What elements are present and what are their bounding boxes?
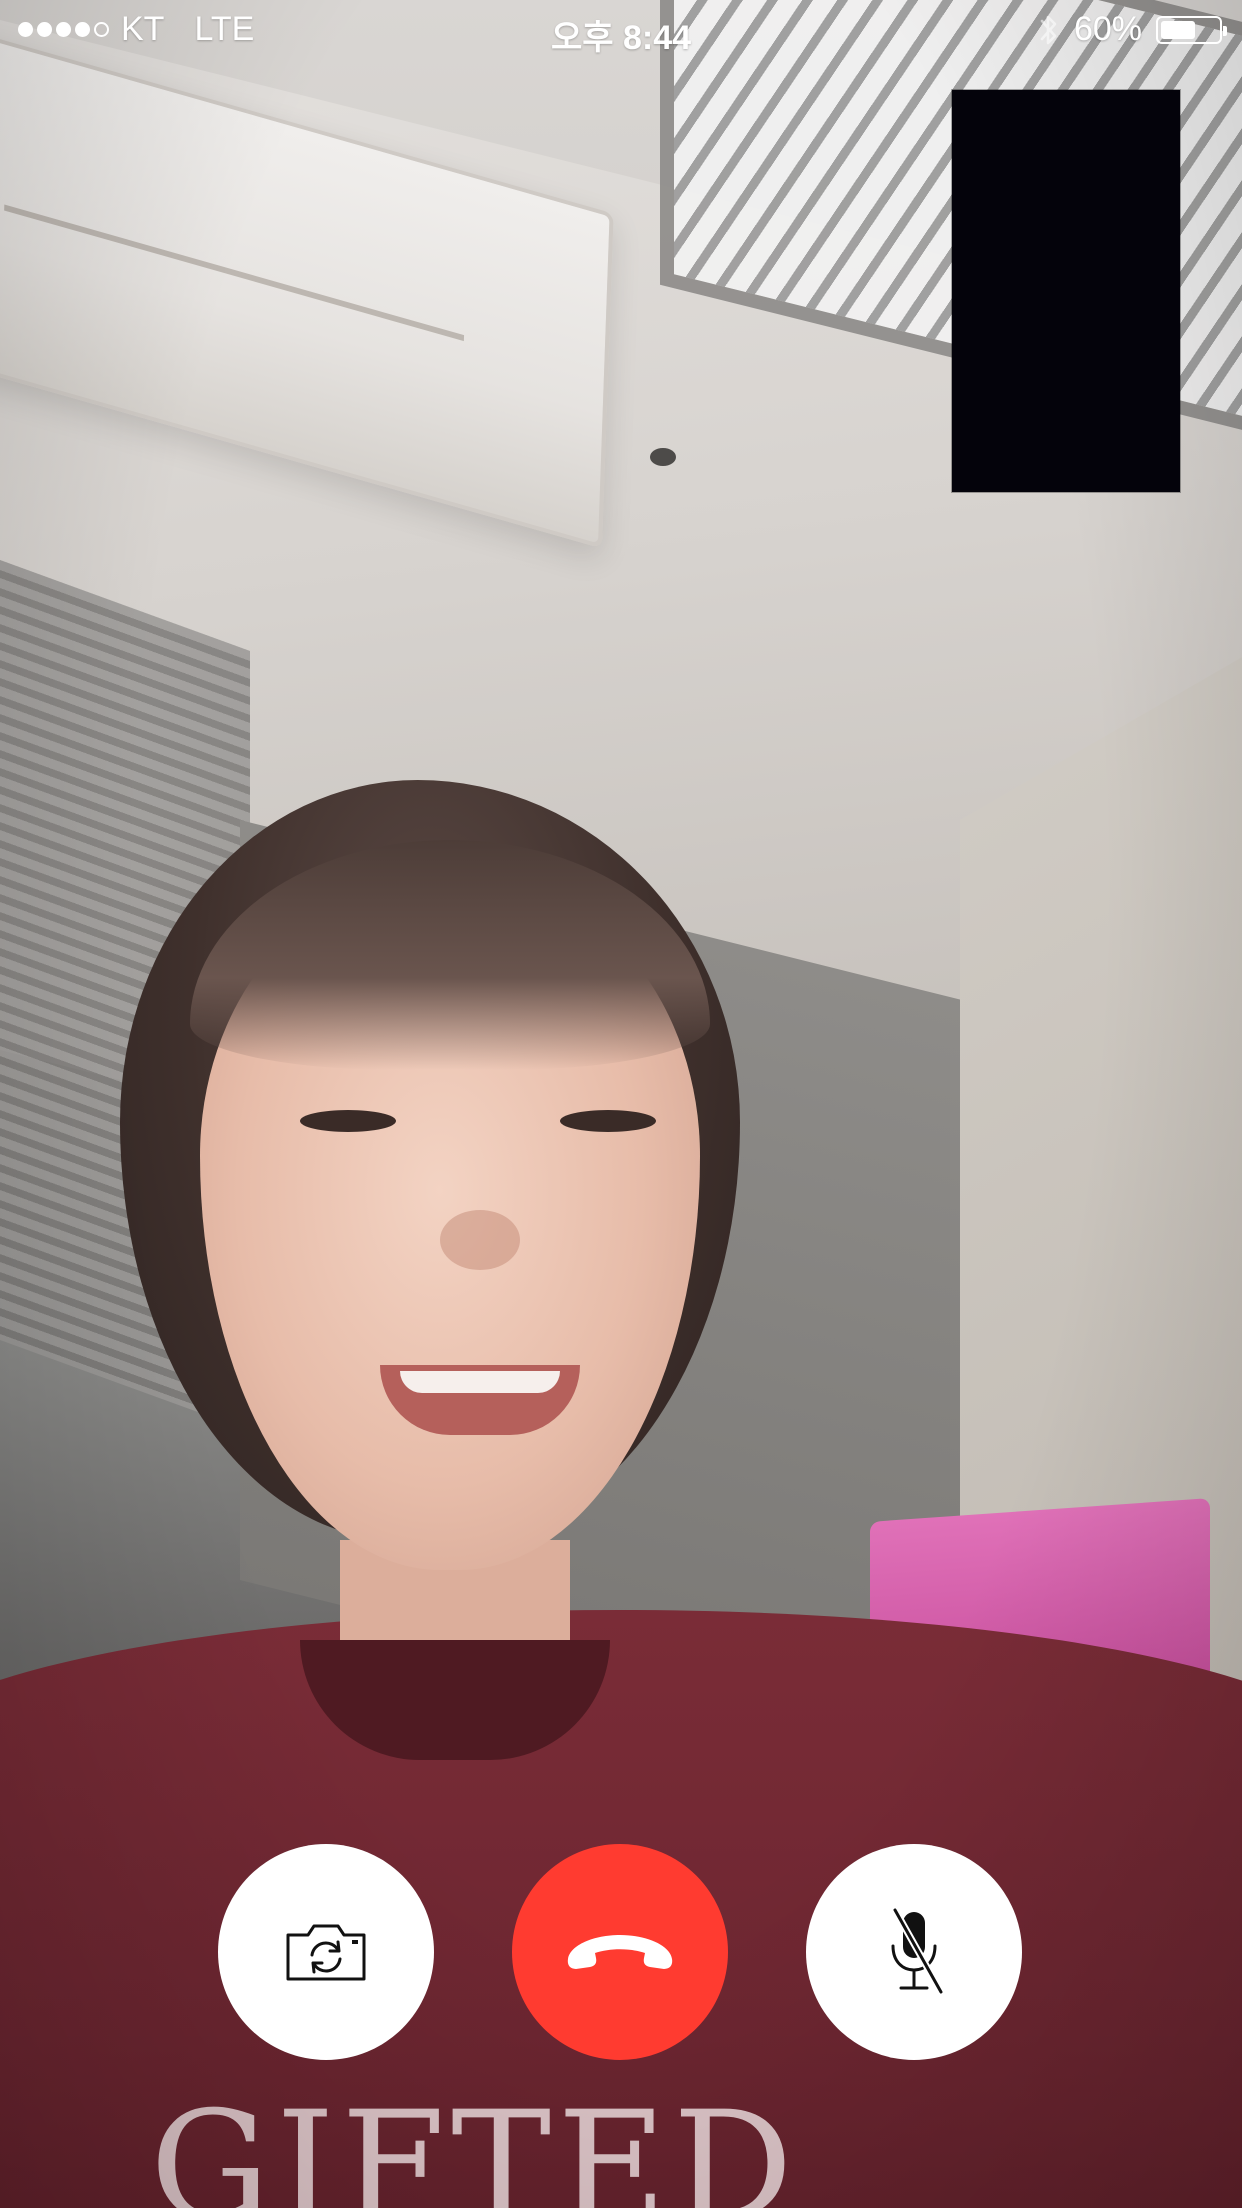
facetime-call-screen: GIFTED KT LTE 오후 8:44 60% — [0, 0, 1242, 2208]
end-call-button[interactable] — [512, 1844, 728, 2060]
camera-flip-icon — [282, 1919, 370, 1985]
video-shirt-print: GIFTED — [150, 2080, 799, 2208]
mute-button[interactable] — [806, 1844, 1022, 2060]
video-person-eye-right — [560, 1110, 656, 1132]
battery-fill — [1161, 20, 1195, 39]
video-ceiling-sensor — [650, 448, 676, 466]
microphone-muted-icon — [879, 1906, 949, 1998]
video-person-eye-left — [300, 1110, 396, 1132]
flip-camera-button[interactable] — [218, 1844, 434, 2060]
phone-hangup-icon — [560, 1927, 680, 1977]
battery-percentage: 60% — [1073, 10, 1142, 48]
battery-icon — [1156, 15, 1227, 44]
status-bar: KT LTE 오후 8:44 60% — [0, 0, 1242, 60]
status-right: 60% — [1038, 10, 1227, 49]
video-person-nose — [440, 1210, 520, 1270]
self-camera-preview[interactable] — [952, 90, 1180, 492]
bluetooth-icon — [1038, 12, 1060, 48]
battery-nub — [1223, 25, 1227, 36]
call-controls — [0, 1844, 1242, 2060]
